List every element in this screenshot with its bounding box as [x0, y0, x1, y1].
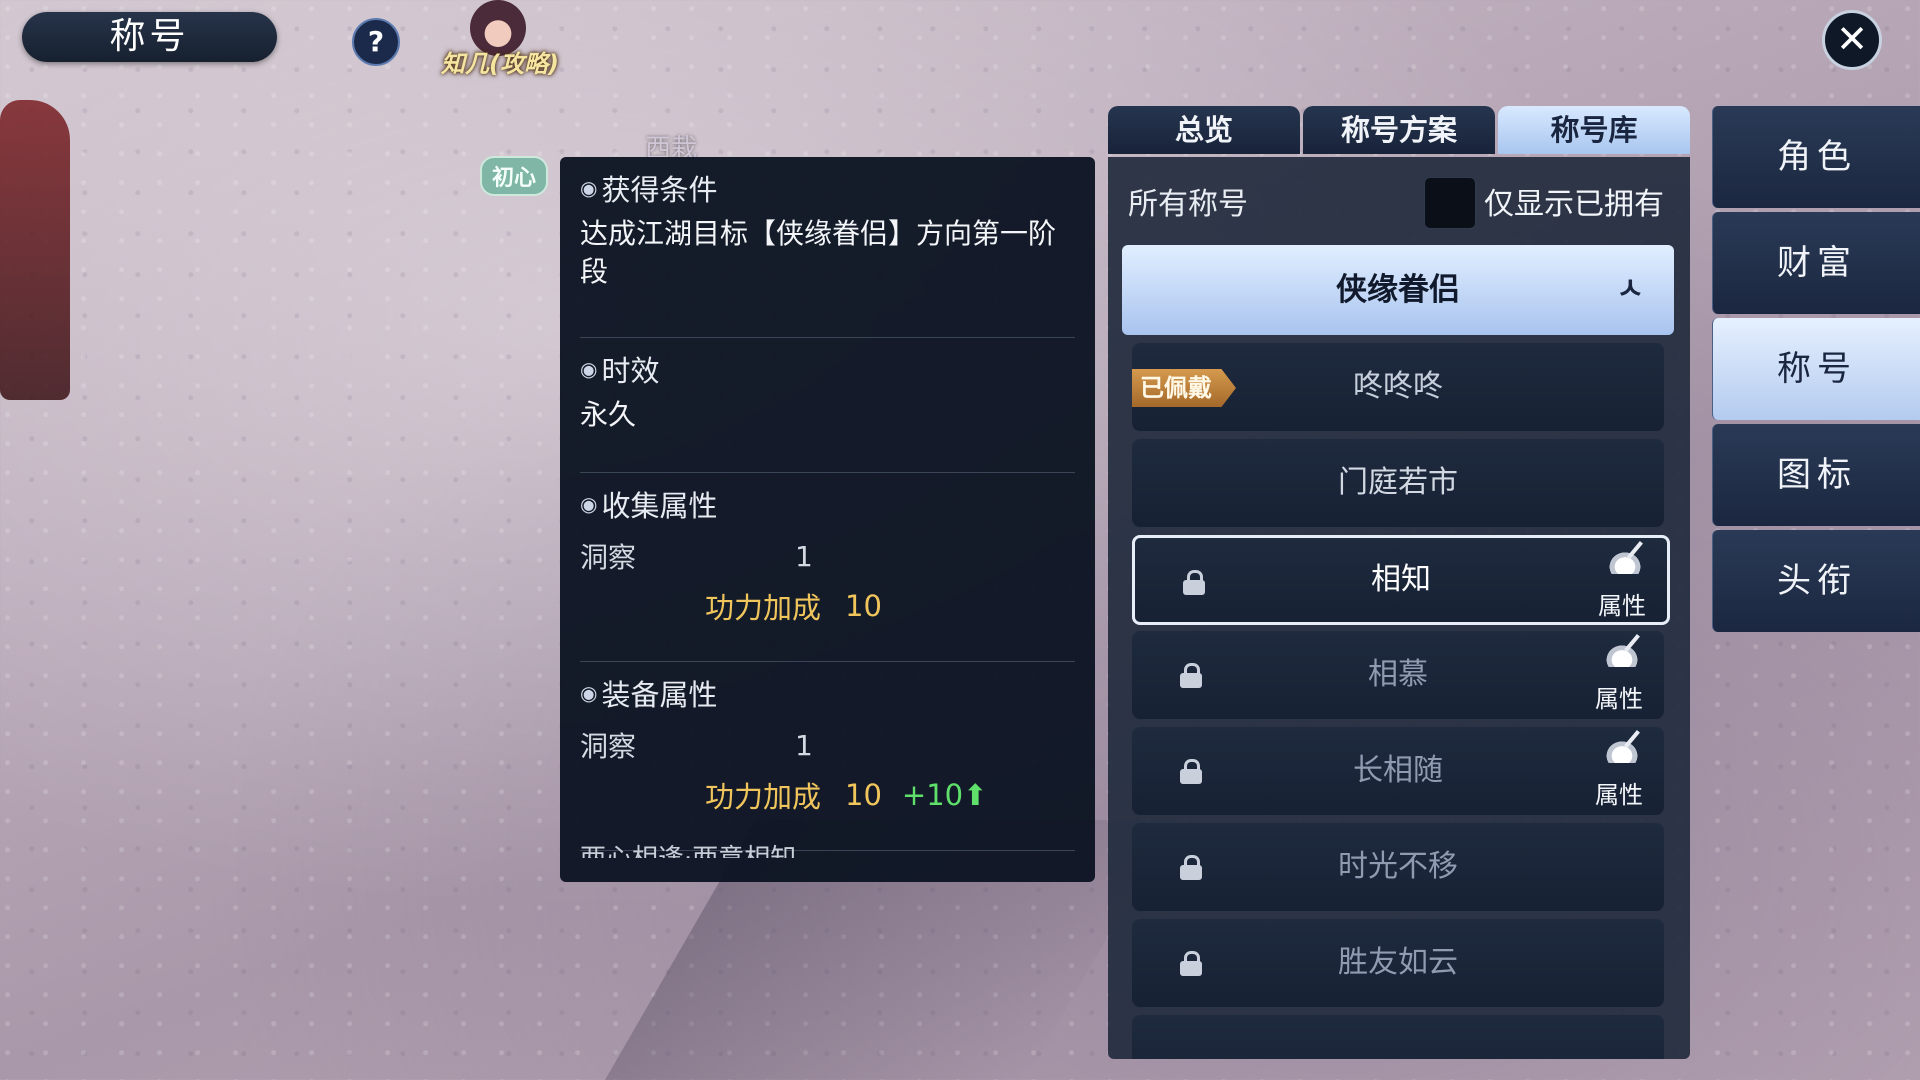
attribute-label: 属性 [1595, 685, 1643, 713]
tab-title-plans[interactable]: 称号方案 [1303, 106, 1495, 154]
conditions-section: ◉ 获得条件 达成江湖目标【侠缘眷侣】方向第一阶段 [580, 157, 1075, 338]
title-detail-tooltip: ◉ 获得条件 达成江湖目标【侠缘眷侣】方向第一阶段 ◉ 时效 永久 ◉ 收集属性 洞察… [560, 157, 1095, 882]
title-row-selected[interactable]: 相知 属性 [1132, 535, 1670, 625]
bullet-icon: ◉ [580, 357, 598, 381]
side-tab-rank[interactable]: 头衔 [1712, 530, 1920, 632]
tooltip-cut-text: 两心相逢·两意相知 [580, 844, 796, 858]
lock-icon [1180, 759, 1202, 784]
page-title: 称号 [22, 12, 277, 62]
duration-heading: 时效 [601, 354, 660, 388]
title-name: 咚咚咚 [1353, 369, 1443, 404]
title-name: 门庭若市 [1338, 465, 1458, 500]
title-row[interactable]: 已佩戴 咚咚咚 [1132, 343, 1664, 431]
side-tab-wealth[interactable]: 财富 [1712, 212, 1920, 314]
equip-section: ◉ 装备属性 洞察 1 功力加成 10 +10⬆ [580, 662, 1075, 851]
bullet-icon: ◉ [580, 176, 598, 200]
bullet-icon: ◉ [580, 492, 598, 516]
group-name: 侠缘眷侣 [1336, 272, 1460, 308]
collect-heading: 收集属性 [601, 489, 718, 523]
guide-button[interactable]: 知几(攻略) [430, 0, 570, 86]
stat-value: 1 [795, 728, 813, 762]
equip-heading: 装备属性 [601, 678, 718, 712]
title-name: 相知 [1371, 562, 1431, 597]
lock-icon [1180, 855, 1202, 880]
attribute-button[interactable]: 属性 [1584, 637, 1654, 713]
side-tab-title[interactable]: 称号 [1712, 318, 1920, 420]
lock-icon [1183, 570, 1205, 595]
title-row[interactable]: 胜友如云 [1132, 919, 1664, 1007]
stat-name: 洞察 [580, 730, 637, 763]
power-value: 10 [845, 589, 882, 623]
collect-section: ◉ 收集属性 洞察 1 功力加成 10 [580, 473, 1075, 662]
collapse-icon: ㅅ [1616, 272, 1644, 307]
bullet-icon: ◉ [580, 681, 598, 705]
character-figure [0, 100, 70, 400]
lock-icon [1180, 951, 1202, 976]
help-button[interactable]: ? [352, 18, 400, 66]
side-tab-character[interactable]: 角色 [1712, 106, 1920, 208]
owned-only-checkbox[interactable] [1424, 177, 1476, 229]
title-row[interactable]: 时光不移 [1132, 823, 1664, 911]
title-name: 时光不移 [1338, 849, 1458, 884]
duration-section: ◉ 时效 永久 [580, 338, 1075, 473]
power-label: 功力加成 [705, 780, 822, 814]
duration-text: 永久 [580, 398, 637, 431]
attribute-icon [1607, 550, 1643, 574]
stat-value: 1 [795, 539, 813, 573]
side-tab-icon[interactable]: 图标 [1712, 424, 1920, 526]
guide-label: 知几(攻略) [441, 50, 559, 78]
close-button[interactable]: ✕ [1822, 10, 1882, 70]
npc-badge: 初心 [480, 156, 549, 196]
power-label: 功力加成 [705, 591, 822, 625]
title-row[interactable]: 长相随 属性 [1132, 727, 1664, 815]
stat-name: 洞察 [580, 541, 637, 574]
conditions-text: 达成江湖目标【侠缘眷侣】方向第一阶段 [580, 217, 1057, 288]
title-row[interactable]: 相慕 属性 [1132, 631, 1664, 719]
title-name: 长相随 [1353, 753, 1443, 788]
power-bonus: +10⬆ [901, 778, 988, 812]
title-row[interactable]: 门庭若市 [1132, 439, 1664, 527]
equipped-badge: 已佩戴 [1132, 369, 1236, 407]
title-row-partial[interactable] [1132, 1015, 1664, 1059]
collect-power-row: 功力加成 10 [580, 579, 1075, 633]
collect-stat-row: 洞察 1 [580, 533, 1075, 579]
attribute-button[interactable]: 属性 [1587, 544, 1657, 620]
power-value: 10 [845, 778, 882, 812]
attribute-icon [1604, 739, 1640, 763]
attribute-button[interactable]: 属性 [1584, 733, 1654, 809]
title-list-panel: 所有称号 仅显示已拥有 侠缘眷侣 ㅅ 已佩戴 咚咚咚 门庭若市 相知 属性 相慕… [1108, 157, 1690, 1059]
equip-stat-row: 洞察 1 [580, 722, 1075, 768]
group-header[interactable]: 侠缘眷侣 ㅅ [1122, 245, 1674, 335]
filter-label: 所有称号 [1128, 187, 1248, 222]
attribute-icon [1604, 643, 1640, 667]
title-name: 胜友如云 [1338, 945, 1458, 980]
attribute-label: 属性 [1598, 592, 1646, 620]
attribute-label: 属性 [1595, 781, 1643, 809]
tab-title-library[interactable]: 称号库 [1498, 106, 1690, 154]
tab-overview[interactable]: 总览 [1108, 106, 1300, 154]
title-name: 相慕 [1368, 657, 1428, 692]
owned-only-label[interactable]: 仅显示已拥有 [1484, 179, 1664, 223]
equip-power-row: 功力加成 10 +10⬆ [580, 768, 1075, 822]
lock-icon [1180, 663, 1202, 688]
conditions-heading: 获得条件 [601, 173, 718, 207]
